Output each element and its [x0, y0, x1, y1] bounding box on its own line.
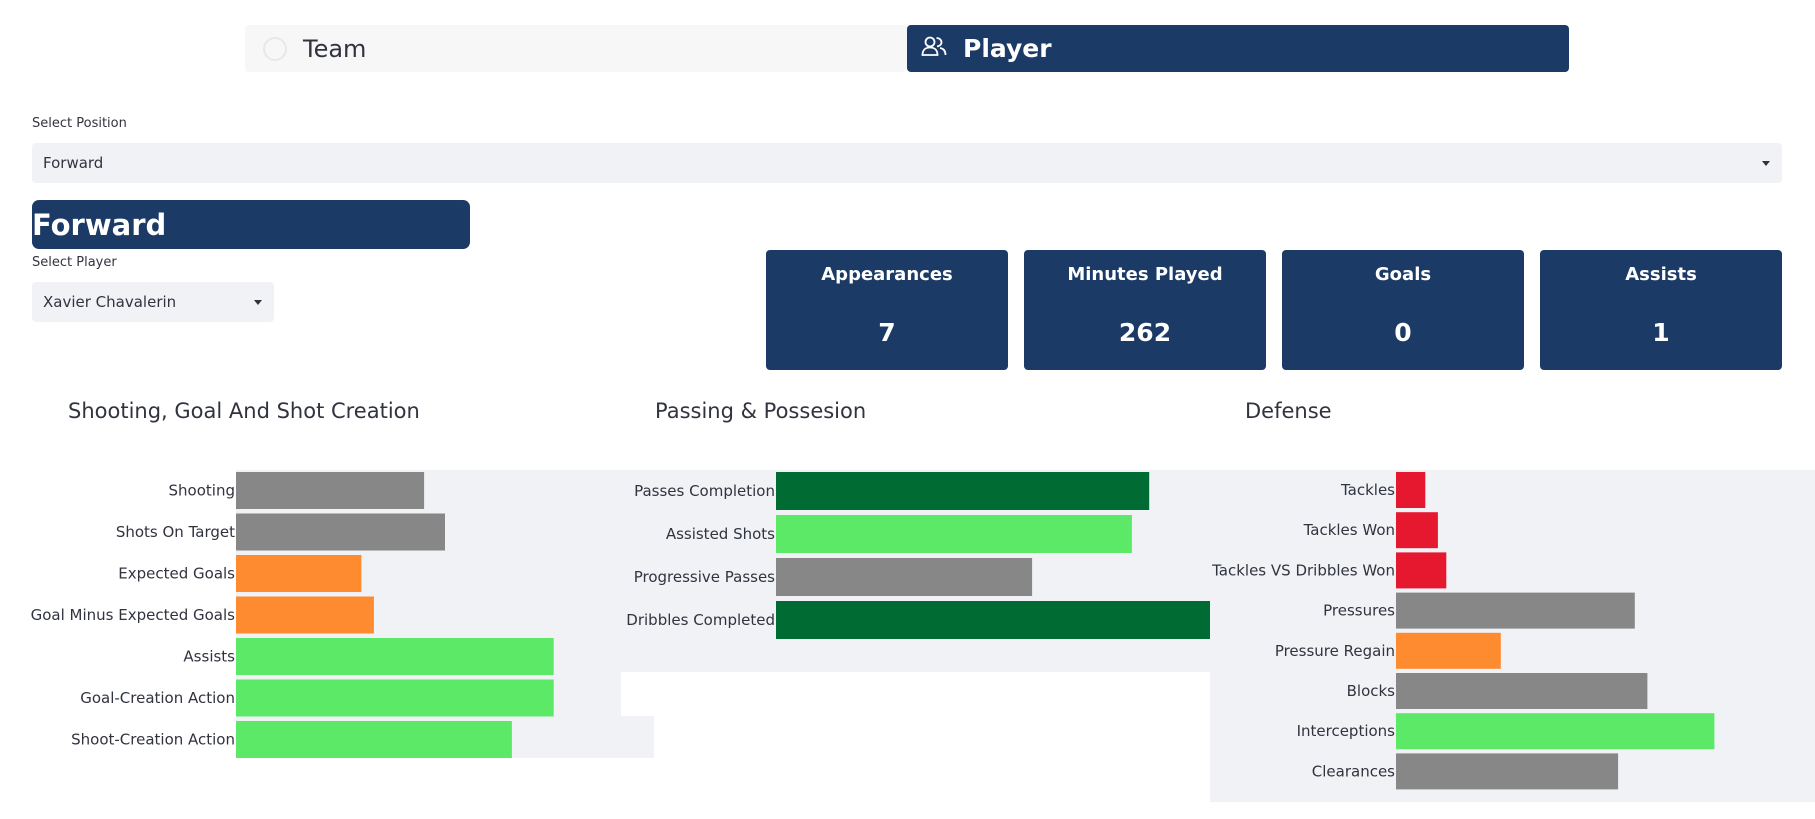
- select-position-label: Select Position: [32, 116, 127, 131]
- bar: [1396, 552, 1447, 589]
- stat-value: 0: [1394, 318, 1412, 347]
- bar-label: Clearances: [1312, 762, 1395, 780]
- bar: [1396, 713, 1715, 750]
- stat-title: Minutes Played: [1067, 264, 1223, 285]
- passing-bar-chart: Passes Completion Assisted Shots Progressi…: [620, 470, 1210, 672]
- player-select-value: Xavier Chavalerin: [43, 293, 177, 311]
- bar-label: Blocks: [1347, 682, 1396, 700]
- bar-label: Pressure Regain: [1275, 642, 1395, 660]
- bar-label: Goal Minus Expected Goals: [31, 606, 236, 624]
- tab-team[interactable]: Team: [245, 25, 907, 72]
- chart-title-passing: Passing & Possesion: [655, 399, 867, 423]
- bar: [236, 679, 554, 717]
- bar-label: Passes Completion: [634, 482, 775, 500]
- users-icon: [921, 34, 947, 63]
- chart-title-defense: Defense: [1245, 399, 1332, 423]
- bar: [236, 721, 512, 758]
- bar: [236, 513, 445, 551]
- bar: [236, 638, 554, 675]
- stat-title: Appearances: [821, 264, 953, 285]
- bar: [1396, 512, 1438, 549]
- bar-label: Pressures: [1323, 602, 1395, 620]
- stat-title: Goals: [1374, 264, 1432, 285]
- tab-team-label: Team: [303, 34, 367, 63]
- bar: [776, 558, 1033, 596]
- bar-label: Tackles: [1340, 481, 1395, 499]
- circle-icon: [263, 36, 287, 61]
- plot-background: [1210, 470, 1815, 802]
- shooting-bar-chart: Shooting Shots On Target Expected Goals Goa…: [31, 470, 654, 758]
- bar: [1396, 592, 1635, 629]
- select-player-label: Select Player: [32, 255, 117, 270]
- bar-label: Shots On Target: [116, 523, 235, 541]
- bar: [776, 515, 1132, 553]
- bar: [236, 555, 362, 592]
- stat-card-goals: Goals 0: [1282, 250, 1524, 370]
- bar-label: Progressive Passes: [634, 568, 775, 586]
- chart-title-shooting: Shooting, Goal And Shot Creation: [68, 399, 420, 423]
- view-tabs: Team Player: [245, 25, 1570, 72]
- bar-label: Tackles VS Dribbles Won: [1211, 561, 1395, 579]
- stat-card-assists: Assists 1: [1540, 250, 1782, 370]
- position-select-value: Forward: [43, 154, 104, 172]
- tab-player-label: Player: [963, 34, 1052, 63]
- chevron-down-icon: [254, 300, 262, 305]
- position-select[interactable]: Forward: [32, 143, 1782, 183]
- bar-label: Shooting: [169, 482, 235, 500]
- bar: [1396, 472, 1426, 508]
- bar: [1396, 673, 1648, 709]
- bar-label: Dribbles Completed: [626, 611, 775, 629]
- player-select[interactable]: Xavier Chavalerin: [32, 282, 274, 322]
- bar: [236, 472, 425, 509]
- stat-value: 1: [1652, 318, 1670, 347]
- bar-label: Assisted Shots: [666, 525, 775, 543]
- bar-label: Interceptions: [1297, 722, 1396, 740]
- defense-bar-chart: Tackles Tackles Won Tackles VS Dribbles Wo…: [1210, 470, 1815, 802]
- bar: [1396, 632, 1501, 669]
- stat-value: 7: [878, 318, 896, 347]
- tab-player[interactable]: Player: [907, 25, 1569, 72]
- stat-card-appearances: Appearances 7: [766, 250, 1008, 370]
- bar: [1396, 753, 1619, 790]
- stat-value: 262: [1118, 318, 1172, 347]
- bar: [236, 596, 374, 634]
- position-banner: Forward: [32, 200, 470, 249]
- bar-label: Goal-Creation Action: [80, 689, 235, 707]
- bar-label: Assists: [183, 648, 235, 666]
- bar-label: Shoot-Creation Action: [71, 731, 235, 749]
- chevron-down-icon: [1762, 161, 1770, 166]
- stat-card-minutes-played: Minutes Played 262: [1024, 250, 1266, 370]
- bar-label: Expected Goals: [118, 565, 235, 583]
- bar-label: Tackles Won: [1303, 521, 1395, 539]
- bar: [776, 472, 1150, 510]
- stat-title: Assists: [1625, 264, 1697, 285]
- bar: [776, 601, 1210, 639]
